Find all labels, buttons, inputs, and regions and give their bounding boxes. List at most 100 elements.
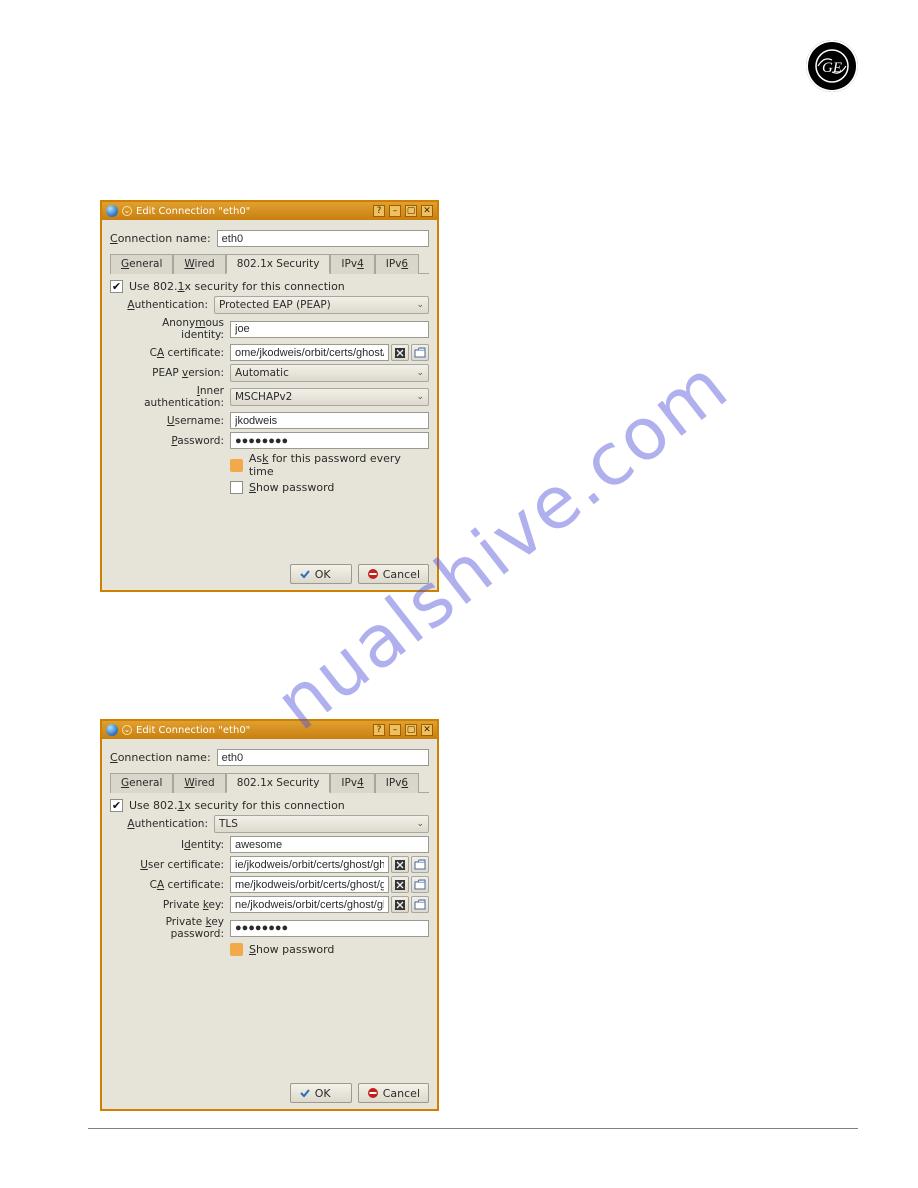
pk-password-input[interactable] <box>230 920 429 937</box>
peap-version-label: PEAP version: <box>116 367 224 379</box>
anon-id-label: Anonymous identity: <box>116 317 224 341</box>
edit-connection-dialog-peap: ⌄ Edit Connection "eth0" ? – ▢ ✕ Connect… <box>100 200 439 592</box>
tab-8021x-security[interactable]: 802.1x Security <box>226 773 331 793</box>
ca-cert-label: CA certificate: <box>116 879 224 891</box>
connection-name-input[interactable] <box>217 749 429 766</box>
window-menu-icon[interactable]: ⌄ <box>122 725 132 735</box>
check-icon <box>299 1087 311 1099</box>
help-button[interactable]: ? <box>373 205 385 217</box>
tab-general[interactable]: General <box>110 773 173 793</box>
cancel-icon <box>367 1087 379 1099</box>
show-password-checkbox[interactable] <box>230 943 243 956</box>
chevron-down-icon: ⌄ <box>416 392 424 402</box>
identity-label: Identity: <box>116 839 224 851</box>
window-menu-icon[interactable]: ⌄ <box>122 206 132 216</box>
chevron-down-icon: ⌄ <box>416 300 424 310</box>
tab-general[interactable]: General <box>110 254 173 274</box>
connection-name-input[interactable] <box>217 230 429 247</box>
network-icon <box>106 724 118 736</box>
user-cert-browse-button[interactable] <box>411 856 429 873</box>
ca-cert-input[interactable] <box>230 344 389 361</box>
show-password-label: Show password <box>249 481 334 494</box>
auth-label: Authentication: <box>110 299 208 311</box>
check-icon <box>299 568 311 580</box>
ask-password-label: Ask for this password every time <box>249 452 429 478</box>
maximize-button[interactable]: ▢ <box>405 205 417 217</box>
auth-combo[interactable]: Protected EAP (PEAP) ⌄ <box>214 296 429 314</box>
ca-cert-browse-button[interactable] <box>411 344 429 361</box>
user-cert-clear-button[interactable] <box>391 856 409 873</box>
tab-8021x-security[interactable]: 802.1x Security <box>226 254 331 274</box>
maximize-button[interactable]: ▢ <box>405 724 417 736</box>
tab-bar: General Wired 802.1x Security IPv4 IPv6 <box>110 253 429 274</box>
peap-version-combo[interactable]: Automatic ⌄ <box>230 364 429 382</box>
titlebar[interactable]: ⌄ Edit Connection "eth0" ? – ▢ ✕ <box>102 721 437 739</box>
private-key-browse-button[interactable] <box>411 896 429 913</box>
minimize-button[interactable]: – <box>389 724 401 736</box>
cancel-button[interactable]: Cancel <box>358 1083 429 1103</box>
inner-auth-value: MSCHAPv2 <box>235 391 292 403</box>
network-icon <box>106 205 118 217</box>
tab-ipv4[interactable]: IPv4 <box>330 773 374 793</box>
user-cert-label: User certificate: <box>116 859 224 871</box>
chevron-down-icon: ⌄ <box>416 368 424 378</box>
show-password-checkbox[interactable] <box>230 481 243 494</box>
close-button[interactable]: ✕ <box>421 205 433 217</box>
titlebar[interactable]: ⌄ Edit Connection "eth0" ? – ▢ ✕ <box>102 202 437 220</box>
inner-auth-combo[interactable]: MSCHAPv2 ⌄ <box>230 388 429 406</box>
chevron-down-icon: ⌄ <box>416 819 424 829</box>
show-password-label: Show password <box>249 943 334 956</box>
page-footer-separator <box>88 1128 858 1129</box>
private-key-input[interactable] <box>230 896 389 913</box>
ca-cert-clear-button[interactable] <box>391 876 409 893</box>
tab-ipv6[interactable]: IPv6 <box>375 254 419 274</box>
edit-connection-dialog-tls: ⌄ Edit Connection "eth0" ? – ▢ ✕ Connect… <box>100 719 439 1111</box>
tab-wired[interactable]: Wired <box>173 254 225 274</box>
help-button[interactable]: ? <box>373 724 385 736</box>
auth-combo-value: Protected EAP (PEAP) <box>219 299 331 311</box>
cancel-button-label: Cancel <box>383 1087 420 1100</box>
ca-cert-label: CA certificate: <box>116 347 224 359</box>
ok-button[interactable]: OK <box>290 1083 352 1103</box>
ca-cert-input[interactable] <box>230 876 389 893</box>
password-label: Password: <box>116 435 224 447</box>
ge-logo: GE <box>806 40 858 92</box>
auth-combo[interactable]: TLS ⌄ <box>214 815 429 833</box>
use-8021x-checkbox[interactable]: ✔ <box>110 799 123 812</box>
connection-name-label: Connection name: <box>110 232 211 245</box>
auth-combo-value: TLS <box>219 818 238 830</box>
cancel-button-label: Cancel <box>383 568 420 581</box>
ca-cert-clear-button[interactable] <box>391 344 409 361</box>
username-input[interactable] <box>230 412 429 429</box>
identity-input[interactable] <box>230 836 429 853</box>
tab-wired[interactable]: Wired <box>173 773 225 793</box>
username-label: Username: <box>116 415 224 427</box>
svg-text:GE: GE <box>822 60 842 76</box>
close-button[interactable]: ✕ <box>421 724 433 736</box>
use-8021x-checkbox[interactable]: ✔ <box>110 280 123 293</box>
inner-auth-label: Inner authentication: <box>116 385 224 409</box>
tab-bar: General Wired 802.1x Security IPv4 IPv6 <box>110 772 429 793</box>
ask-password-checkbox[interactable] <box>230 459 243 472</box>
connection-name-label: Connection name: <box>110 751 211 764</box>
dialog-title: Edit Connection "eth0" <box>136 725 250 736</box>
peap-version-value: Automatic <box>235 367 289 379</box>
private-key-clear-button[interactable] <box>391 896 409 913</box>
ok-button[interactable]: OK <box>290 564 352 584</box>
ok-button-label: OK <box>315 568 331 581</box>
tab-ipv4[interactable]: IPv4 <box>330 254 374 274</box>
pk-password-label: Private key password: <box>116 916 224 940</box>
password-input[interactable] <box>230 432 429 449</box>
private-key-label: Private key: <box>116 899 224 911</box>
anon-id-input[interactable] <box>230 321 429 338</box>
dialog-title: Edit Connection "eth0" <box>136 206 250 217</box>
ca-cert-browse-button[interactable] <box>411 876 429 893</box>
minimize-button[interactable]: – <box>389 205 401 217</box>
use-8021x-label: Use 802.1x security for this connection <box>129 799 345 812</box>
user-cert-input[interactable] <box>230 856 389 873</box>
cancel-icon <box>367 568 379 580</box>
auth-label: Authentication: <box>110 818 208 830</box>
use-8021x-label: Use 802.1x security for this connection <box>129 280 345 293</box>
cancel-button[interactable]: Cancel <box>358 564 429 584</box>
tab-ipv6[interactable]: IPv6 <box>375 773 419 793</box>
